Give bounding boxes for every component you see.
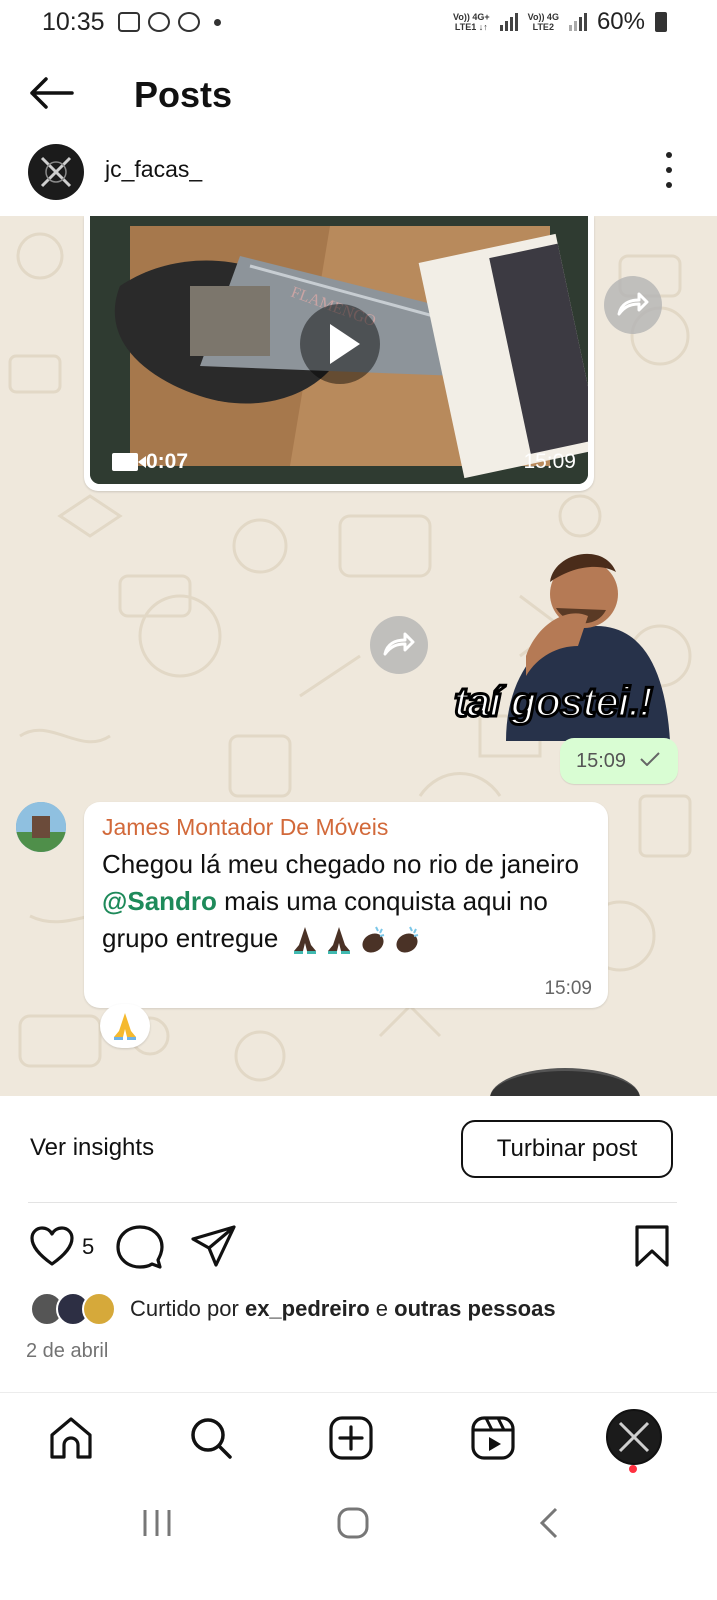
- more-options-button[interactable]: [663, 152, 675, 188]
- liker-avatar: [82, 1292, 116, 1326]
- liked-by-user[interactable]: ex_pedreiro: [245, 1296, 370, 1321]
- praying-hands-icon: [114, 1013, 136, 1040]
- incoming-message: James Montador De Móveis Chegou lá meu c…: [84, 802, 608, 1008]
- forward-button-1[interactable]: [604, 276, 662, 334]
- home-system-button[interactable]: [336, 1506, 370, 1545]
- mention: @Sandro: [102, 886, 217, 916]
- signal-bars-1-icon: [499, 13, 518, 31]
- chevron-left-icon: [539, 1507, 558, 1539]
- save-button[interactable]: [634, 1224, 670, 1273]
- status-time: 10:35: [42, 8, 105, 36]
- message-sender: James Montador De Móveis: [102, 814, 389, 840]
- reels-icon: [471, 1416, 515, 1460]
- nav-create[interactable]: [328, 1415, 374, 1461]
- recent-apps-button[interactable]: [140, 1506, 174, 1545]
- post-username[interactable]: jc_facas_: [105, 156, 202, 183]
- video-duration: 0:07: [112, 450, 188, 474]
- video-timestamp: 15:09: [523, 450, 576, 473]
- network-lte1: Vo)) 4G+ LTE1 ↓↑: [453, 12, 490, 32]
- recent-apps-icon: [143, 1510, 171, 1536]
- message-timestamp: 15:09: [544, 978, 592, 999]
- divider: [28, 1202, 677, 1203]
- liked-by-others[interactable]: outras pessoas: [394, 1296, 555, 1321]
- system-navigation: [0, 1482, 717, 1600]
- liked-by-text: Curtido por ex_pedreiro e outras pessoas: [130, 1296, 556, 1321]
- status-right: Vo)) 4G+ LTE1 ↓↑ Vo)) 4G LTE2 60%: [453, 8, 667, 36]
- notification-icons: [118, 12, 221, 32]
- crossed-knives-logo-icon: [608, 1411, 660, 1463]
- liked-by-row[interactable]: Curtido por ex_pedreiro e outras pessoas: [0, 1290, 717, 1330]
- bookmark-icon: [635, 1225, 669, 1267]
- sender-photo: [16, 802, 66, 852]
- sender-avatar: [16, 802, 66, 852]
- forward-icon: [617, 292, 649, 316]
- sent-time-bubble: 15:09: [560, 738, 678, 784]
- home-circle-icon: [337, 1507, 369, 1539]
- more-notifications-dot-icon: [214, 18, 221, 26]
- sent-timestamp: 15:09: [576, 750, 627, 772]
- header: Posts: [0, 58, 717, 130]
- more-vertical-icon: [666, 152, 672, 158]
- nav-home[interactable]: [48, 1415, 94, 1461]
- crossed-knives-logo-icon: [29, 145, 83, 199]
- page-title: Posts: [134, 74, 233, 115]
- home-icon: [50, 1417, 92, 1459]
- check-icon: [640, 752, 660, 766]
- play-button[interactable]: [300, 304, 380, 384]
- praying-hands-icon: [293, 927, 316, 955]
- post-image[interactable]: FLAMENGO 0:07 15:09 taí gostei.! 15:09 J…: [0, 216, 717, 1096]
- arrow-left-icon: [30, 77, 74, 109]
- clapping-hands-icon: [396, 926, 418, 953]
- battery-level: 60%: [596, 8, 645, 35]
- nav-profile[interactable]: [606, 1409, 662, 1465]
- video-message[interactable]: FLAMENGO 0:07 15:09: [84, 216, 594, 491]
- clapping-hands-icon: [362, 926, 384, 953]
- message-text: Chegou lá meu chegado no rio de janeiro …: [102, 846, 598, 957]
- profile-avatar[interactable]: [28, 144, 84, 200]
- back-button[interactable]: [28, 76, 76, 112]
- message-reaction: [100, 1004, 150, 1048]
- nav-search[interactable]: [188, 1415, 234, 1461]
- send-icon: [191, 1225, 236, 1267]
- insights-row: Ver insights Turbinar post: [0, 1110, 717, 1190]
- gallery-notification-icon: [118, 12, 140, 32]
- liked-by-avatars: [30, 1292, 120, 1326]
- post-date: 2 de abril: [26, 1340, 109, 1362]
- video-thumbnail[interactable]: FLAMENGO 0:07 15:09: [90, 216, 588, 484]
- boost-post-button[interactable]: Turbinar post: [461, 1120, 673, 1178]
- share-button[interactable]: [190, 1224, 238, 1273]
- comment-icon: [116, 1225, 164, 1269]
- notification-dot: [629, 1465, 637, 1473]
- signal-bars-2-icon: [568, 13, 587, 31]
- search-icon: [191, 1418, 232, 1459]
- network-lte2: Vo)) 4G LTE2: [527, 12, 559, 32]
- bottom-navigation: [0, 1392, 717, 1482]
- sticker-caption: taí gostei.!: [452, 677, 654, 727]
- video-camera-icon: [112, 453, 146, 471]
- battery-icon: [655, 12, 667, 32]
- comment-button[interactable]: [116, 1224, 164, 1275]
- whatsapp-icon: [178, 12, 200, 32]
- nav-reels[interactable]: [470, 1415, 516, 1461]
- plus-square-icon: [329, 1416, 373, 1460]
- whatsapp-business-icon: [148, 12, 170, 32]
- like-count[interactable]: 5: [82, 1234, 94, 1260]
- post-actions: 5: [0, 1218, 717, 1278]
- heart-icon: [30, 1226, 74, 1266]
- post-header: jc_facas_: [0, 140, 717, 208]
- view-insights-link[interactable]: Ver insights: [30, 1134, 154, 1162]
- forward-button-2[interactable]: [370, 616, 428, 674]
- forward-icon: [383, 632, 415, 656]
- system-back-button[interactable]: [536, 1506, 564, 1545]
- video-duration-text: 0:07: [146, 450, 189, 473]
- status-bar: 10:35 Vo)) 4G+ LTE1 ↓↑ Vo)) 4G LTE2 60%: [0, 0, 717, 50]
- like-button[interactable]: [28, 1224, 76, 1273]
- praying-hands-icon: [327, 927, 350, 955]
